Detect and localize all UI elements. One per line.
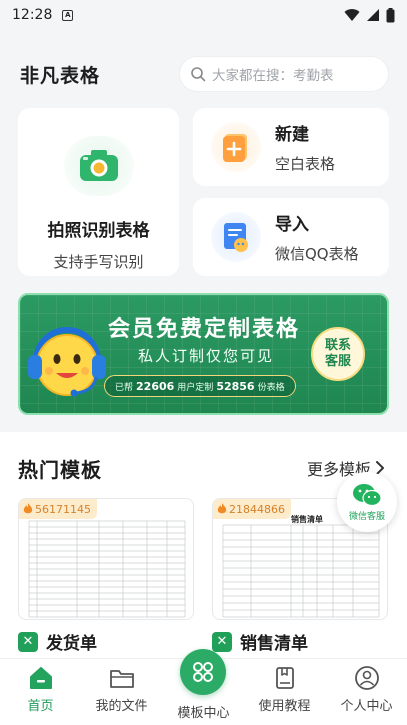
import-sheet-icon <box>211 212 261 262</box>
template-usage-count: 21844866 <box>229 502 285 516</box>
new-sheet-title: 新建 <box>275 125 309 145</box>
sim-icon: A <box>62 9 74 21</box>
tab-home[interactable]: 首页 <box>0 665 81 714</box>
battery-icon <box>386 7 395 22</box>
template-sheet-title: 销售清单 <box>291 514 323 524</box>
import-sheet-card[interactable]: 导入 微信QQ表格 <box>193 198 389 276</box>
wechat-service-button[interactable]: 微信客服 <box>337 472 397 532</box>
status-icons <box>344 7 395 23</box>
user-icon <box>354 666 379 690</box>
template-center-button[interactable] <box>180 649 226 695</box>
banner-stats: 已帮 22606 用户定制 52856 份表格 <box>104 375 296 397</box>
tab-template-center-label: 模板中心 <box>177 706 230 721</box>
wechat-service-label: 微信客服 <box>348 511 385 522</box>
wifi-icon <box>344 9 360 21</box>
template-name-label: 销售清单 <box>240 634 308 654</box>
smiley-mascot-icon <box>28 327 106 397</box>
status-bar: 12:28 A <box>0 0 407 30</box>
template-usage-badge: 21844866 <box>213 499 291 519</box>
banner-subtitle: 私人订制仅您可见 <box>138 347 275 365</box>
import-sheet-title: 导入 <box>275 215 309 235</box>
template-usage-badge: 56171145 <box>19 499 97 519</box>
status-time: 12:28 <box>12 7 53 23</box>
home-icon <box>29 667 52 689</box>
search-input[interactable]: 大家都在搜：考勤表 <box>179 56 389 92</box>
tab-tutorial[interactable]: 使用教程 <box>244 665 325 714</box>
search-icon <box>191 67 206 82</box>
add-sheet-icon <box>211 122 261 172</box>
tab-tutorial-label: 使用教程 <box>258 699 311 714</box>
contact-button-line2: 客服 <box>324 354 351 369</box>
template-usage-count: 56171145 <box>35 502 91 516</box>
import-sheet-subtitle: 微信QQ表格 <box>275 245 359 263</box>
template-name-label: 发货单 <box>46 634 97 654</box>
wechat-icon <box>353 483 382 506</box>
tab-my-files-label: 我的文件 <box>95 699 148 714</box>
book-icon <box>275 667 294 689</box>
tab-home-label: 首页 <box>27 699 54 714</box>
grid-apps-icon <box>193 662 213 682</box>
banner-title: 会员免费定制表格 <box>108 317 301 342</box>
stats-users: 22606 <box>136 379 175 393</box>
app-title: 非凡表格 <box>20 64 101 87</box>
hot-templates-section: 热门模板 更多模板 56171145 销售清单 21844866 ✕ 发货单 ✕… <box>0 432 407 672</box>
stats-tables: 52856 <box>216 379 255 393</box>
signal-icon <box>367 9 379 21</box>
stats-prefix: 已帮 <box>115 382 134 393</box>
tab-my-files[interactable]: 我的文件 <box>81 665 162 714</box>
camera-icon <box>63 136 134 196</box>
stats-middle: 用户定制 <box>177 382 214 393</box>
tab-profile-label: 个人中心 <box>340 699 393 714</box>
template-card-shipping[interactable]: 56171145 <box>18 498 194 620</box>
template-name-sales[interactable]: ✕ 销售清单 <box>212 629 308 654</box>
template-preview <box>27 520 187 619</box>
tab-profile[interactable]: 个人中心 <box>326 665 407 714</box>
bottom-tab-bar: 首页 我的文件 模板中心 使用教程 个人中心 <box>0 649 407 725</box>
photo-recognize-card[interactable]: 拍照识别表格 支持手写识别 <box>18 108 179 276</box>
excel-icon: ✕ <box>18 631 38 652</box>
search-placeholder: 大家都在搜：考勤表 <box>212 68 334 84</box>
fire-icon <box>23 503 33 514</box>
contact-service-button[interactable]: 联系 客服 <box>311 327 365 381</box>
header: 非凡表格 大家都在搜：考勤表 <box>0 52 407 96</box>
vip-custom-banner[interactable]: 会员免费定制表格 私人订制仅您可见 已帮 22606 用户定制 52856 份表… <box>18 293 389 415</box>
folder-icon <box>109 670 134 688</box>
excel-icon: ✕ <box>212 631 232 652</box>
photo-recognize-title: 拍照识别表格 <box>47 221 150 241</box>
contact-button-line1: 联系 <box>324 338 351 353</box>
photo-recognize-subtitle: 支持手写识别 <box>53 253 144 271</box>
section-title: 热门模板 <box>18 458 102 482</box>
new-sheet-subtitle: 空白表格 <box>275 155 336 173</box>
template-name-shipping[interactable]: ✕ 发货单 <box>18 629 97 654</box>
stats-suffix: 份表格 <box>257 382 285 393</box>
fire-icon <box>217 503 227 514</box>
new-sheet-card[interactable]: 新建 空白表格 <box>193 108 389 186</box>
